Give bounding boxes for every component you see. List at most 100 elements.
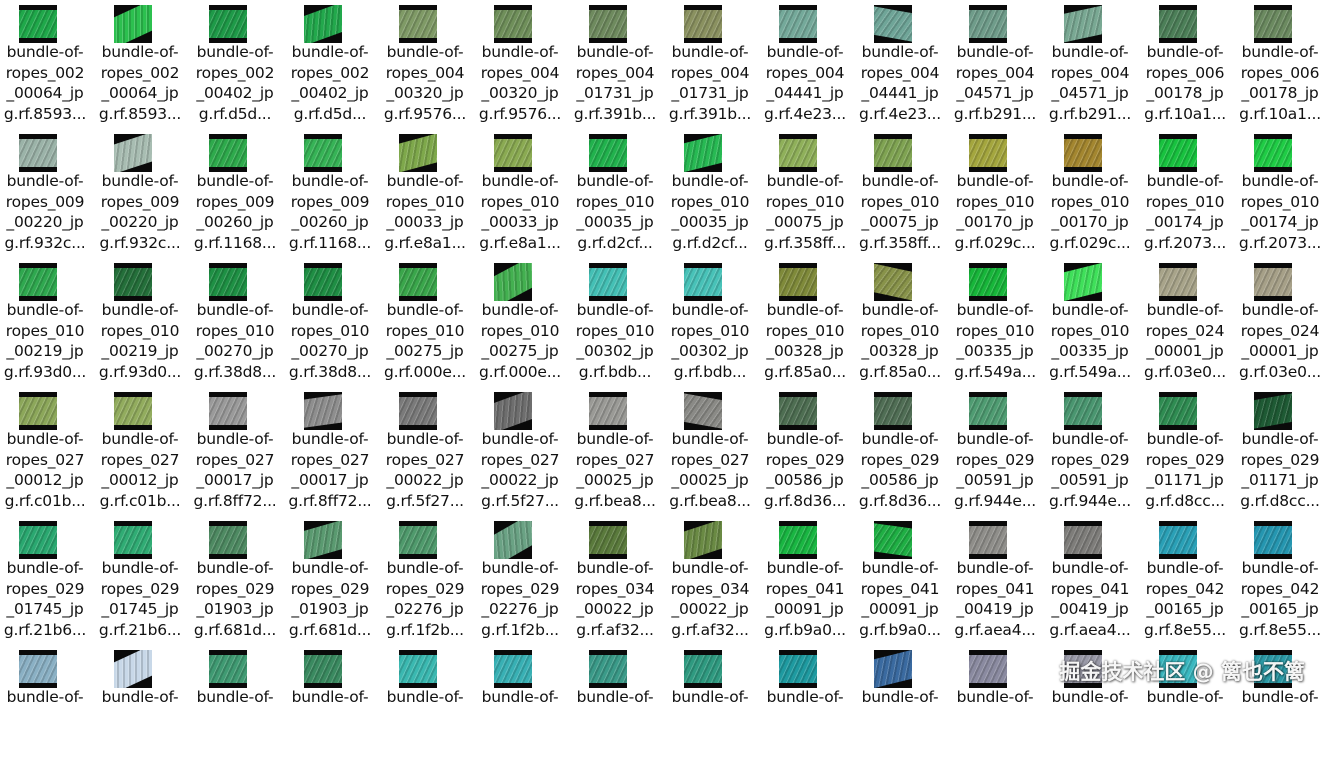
file-item[interactable]: bundle-of- ropes_029 _01903_jp g.rf.681d… — [285, 516, 380, 645]
file-item[interactable]: bundle-of- — [855, 645, 950, 774]
file-item[interactable]: bundle-of- ropes_041 _00419_jp g.rf.aea4… — [1045, 516, 1140, 645]
file-item[interactable]: bundle-of- ropes_029 _00591_jp g.rf.944e… — [950, 387, 1045, 516]
file-item[interactable]: bundle-of- ropes_004 _04441_jp g.rf.4e23… — [855, 0, 950, 129]
file-item[interactable]: bundle-of- ropes_029 _01745_jp g.rf.21b6… — [95, 516, 190, 645]
file-item[interactable]: bundle-of- ropes_010 _00275_jp g.rf.000e… — [475, 258, 570, 387]
file-item[interactable]: bundle-of- ropes_004 _04571_jp g.rf.b291… — [1045, 0, 1140, 129]
file-item[interactable]: bundle-of- ropes_034 _00022_jp g.rf.af32… — [665, 516, 760, 645]
file-item[interactable]: bundle-of- ropes_010 _00035_jp g.rf.d2cf… — [665, 129, 760, 258]
file-item[interactable]: bundle-of- ropes_004 _01731_jp g.rf.391b… — [570, 0, 665, 129]
file-name-label: bundle-of- ropes_010 _00302_jp g.rf.bdb.… — [670, 301, 750, 381]
file-item[interactable]: bundle-of- ropes_024 _00001_jp g.rf.03e0… — [1140, 258, 1235, 387]
file-item[interactable]: bundle-of- ropes_010 _00275_jp g.rf.000e… — [380, 258, 475, 387]
file-item[interactable]: bundle-of- — [950, 645, 1045, 774]
file-item[interactable]: bundle-of- ropes_002 _00064_jp g.rf.8593… — [95, 0, 190, 129]
file-thumbnail — [1064, 392, 1102, 430]
file-item[interactable]: bundle-of- ropes_027 _00022_jp g.rf.5f27… — [380, 387, 475, 516]
file-item[interactable]: bundle-of- ropes_010 _00335_jp g.rf.549a… — [1045, 258, 1140, 387]
file-item[interactable]: bundle-of- ropes_002 _00402_jp g.rf.d5d.… — [285, 0, 380, 129]
file-item[interactable]: bundle-of- ropes_029 _01171_jp g.rf.d8cc… — [1235, 387, 1325, 516]
file-thumbnail — [1159, 392, 1197, 430]
file-item[interactable]: bundle-of- — [190, 645, 285, 774]
file-item[interactable]: bundle-of- ropes_010 _00033_jp g.rf.e8a1… — [475, 129, 570, 258]
file-item[interactable]: bundle-of- ropes_010 _00219_jp g.rf.93d0… — [0, 258, 95, 387]
file-item[interactable]: bundle-of- ropes_042 _00165_jp g.rf.8e55… — [1140, 516, 1235, 645]
file-item[interactable]: bundle-of- ropes_029 _02276_jp g.rf.1f2b… — [475, 516, 570, 645]
file-item[interactable]: bundle-of- ropes_004 _04441_jp g.rf.4e23… — [760, 0, 855, 129]
file-item[interactable]: bundle-of- ropes_027 _00012_jp g.rf.c01b… — [95, 387, 190, 516]
file-item[interactable]: bundle-of- ropes_027 _00017_jp g.rf.8ff7… — [190, 387, 285, 516]
file-name-label: bundle-of- ropes_027 _00025_jp g.rf.bea8… — [574, 430, 656, 510]
file-item[interactable]: bundle-of- ropes_029 _01903_jp g.rf.681d… — [190, 516, 285, 645]
file-item[interactable]: bundle-of- ropes_010 _00328_jp g.rf.85a0… — [855, 258, 950, 387]
file-item[interactable]: bundle-of- ropes_010 _00270_jp g.rf.38d8… — [285, 258, 380, 387]
file-item[interactable]: bundle-of- ropes_027 _00025_jp g.rf.bea8… — [665, 387, 760, 516]
file-item[interactable]: bundle-of- ropes_027 _00017_jp g.rf.8ff7… — [285, 387, 380, 516]
file-item[interactable]: bundle-of- ropes_010 _00328_jp g.rf.85a0… — [760, 258, 855, 387]
file-item[interactable]: bundle-of- — [380, 645, 475, 774]
file-thumbnail — [399, 263, 437, 301]
file-item[interactable]: bundle-of- ropes_010 _00033_jp g.rf.e8a1… — [380, 129, 475, 258]
file-item[interactable]: bundle-of- ropes_006 _00178_jp g.rf.10a1… — [1140, 0, 1235, 129]
file-item[interactable]: bundle-of- — [475, 645, 570, 774]
file-thumbnail — [684, 650, 722, 688]
file-item[interactable]: bundle-of- ropes_041 _00419_jp g.rf.aea4… — [950, 516, 1045, 645]
file-item[interactable]: bundle-of- ropes_009 _00220_jp g.rf.932c… — [95, 129, 190, 258]
file-item[interactable]: bundle-of- ropes_027 _00012_jp g.rf.c01b… — [0, 387, 95, 516]
file-thumbnail — [874, 650, 912, 688]
file-item[interactable]: bundle-of- ropes_010 _00335_jp g.rf.549a… — [950, 258, 1045, 387]
file-item[interactable]: bundle-of- ropes_002 _00402_jp g.rf.d5d.… — [190, 0, 285, 129]
file-name-label: bundle-of- ropes_010 _00035_jp g.rf.d2cf… — [575, 172, 655, 252]
file-item[interactable]: bundle-of- ropes_010 _00174_jp g.rf.2073… — [1235, 129, 1325, 258]
file-item[interactable]: bundle-of- ropes_027 _00025_jp g.rf.bea8… — [570, 387, 665, 516]
file-item[interactable]: bundle-of- ropes_004 _00320_jp g.rf.9576… — [380, 0, 475, 129]
file-item[interactable]: bundle-of- ropes_029 _00586_jp g.rf.8d36… — [855, 387, 950, 516]
file-item[interactable]: bundle-of- ropes_010 _00075_jp g.rf.358f… — [855, 129, 950, 258]
file-item[interactable]: bundle-of- ropes_006 _00178_jp g.rf.10a1… — [1235, 0, 1325, 129]
file-item[interactable]: bundle-of- ropes_010 _00270_jp g.rf.38d8… — [190, 258, 285, 387]
file-item[interactable]: bundle-of- — [285, 645, 380, 774]
file-item[interactable]: bundle-of- ropes_002 _00064_jp g.rf.8593… — [0, 0, 95, 129]
file-item[interactable]: bundle-of- ropes_009 _00260_jp g.rf.1168… — [190, 129, 285, 258]
file-item[interactable]: bundle-of- ropes_029 _00591_jp g.rf.944e… — [1045, 387, 1140, 516]
file-item[interactable]: bundle-of- ropes_010 _00170_jp g.rf.029c… — [950, 129, 1045, 258]
file-item[interactable]: bundle-of- ropes_042 _00165_jp g.rf.8e55… — [1235, 516, 1325, 645]
file-item[interactable]: bundle-of- ropes_010 _00302_jp g.rf.bdb.… — [570, 258, 665, 387]
file-item[interactable]: bundle-of- ropes_004 _01731_jp g.rf.391b… — [665, 0, 760, 129]
file-item[interactable]: bundle-of- ropes_010 _00302_jp g.rf.bdb.… — [665, 258, 760, 387]
file-name-label: bundle-of- ropes_029 _01745_jp g.rf.21b6… — [98, 559, 182, 639]
file-item[interactable]: bundle-of- ropes_010 _00219_jp g.rf.93d0… — [95, 258, 190, 387]
file-thumbnail — [209, 134, 247, 172]
file-item[interactable]: bundle-of- ropes_024 _00001_jp g.rf.03e0… — [1235, 258, 1325, 387]
file-item[interactable]: bundle-of- ropes_034 _00022_jp g.rf.af32… — [570, 516, 665, 645]
file-item[interactable]: bundle-of- ropes_009 _00260_jp g.rf.1168… — [285, 129, 380, 258]
file-item[interactable]: bundle-of- — [760, 645, 855, 774]
file-item[interactable]: bundle-of- ropes_004 _04571_jp g.rf.b291… — [950, 0, 1045, 129]
file-item[interactable]: bundle-of- — [95, 645, 190, 774]
file-item[interactable]: bundle-of- ropes_010 _00174_jp g.rf.2073… — [1140, 129, 1235, 258]
file-item[interactable]: bundle-of- — [665, 645, 760, 774]
file-thumbnail — [494, 650, 532, 688]
file-item[interactable]: bundle-of- ropes_010 _00170_jp g.rf.029c… — [1045, 129, 1140, 258]
file-item[interactable]: bundle-of- — [570, 645, 665, 774]
file-name-label: bundle-of- ropes_027 _00012_jp g.rf.c01b… — [4, 430, 86, 510]
file-item[interactable]: bundle-of- ropes_029 _01171_jp g.rf.d8cc… — [1140, 387, 1235, 516]
file-thumbnail — [304, 521, 342, 559]
file-thumbnail — [494, 134, 532, 172]
file-item[interactable]: bundle-of- ropes_029 _01745_jp g.rf.21b6… — [0, 516, 95, 645]
file-name-label: bundle-of- ropes_010 _00174_jp g.rf.2073… — [1238, 172, 1322, 252]
file-item[interactable]: bundle-of- ropes_004 _00320_jp g.rf.9576… — [475, 0, 570, 129]
file-item[interactable]: bundle-of- ropes_029 _00586_jp g.rf.8d36… — [760, 387, 855, 516]
file-item[interactable]: bundle-of- ropes_010 _00075_jp g.rf.358f… — [760, 129, 855, 258]
file-name-label: bundle-of- ropes_010 _00075_jp g.rf.358f… — [764, 172, 846, 252]
file-item[interactable]: bundle-of- ropes_041 _00091_jp g.rf.b9a0… — [760, 516, 855, 645]
file-item[interactable]: bundle-of- ropes_029 _02276_jp g.rf.1f2b… — [380, 516, 475, 645]
file-item[interactable]: bundle-of- ropes_009 _00220_jp g.rf.932c… — [0, 129, 95, 258]
file-item[interactable]: bundle-of- ropes_041 _00091_jp g.rf.b9a0… — [855, 516, 950, 645]
file-item[interactable]: bundle-of- ropes_027 _00022_jp g.rf.5f27… — [475, 387, 570, 516]
file-item[interactable]: bundle-of- ropes_010 _00035_jp g.rf.d2cf… — [570, 129, 665, 258]
file-thumbnail — [1159, 521, 1197, 559]
file-name-label: bundle-of- ropes_010 _00328_jp g.rf.85a0… — [859, 301, 941, 381]
file-item[interactable]: bundle-of- — [0, 645, 95, 774]
file-thumbnail — [1159, 5, 1197, 43]
